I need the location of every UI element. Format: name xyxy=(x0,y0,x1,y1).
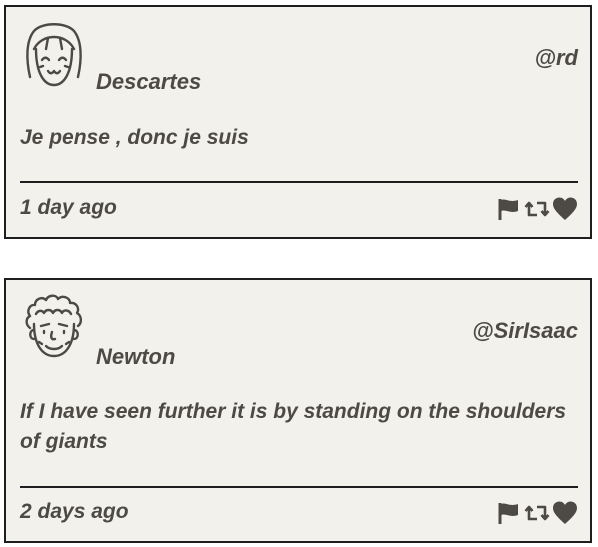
heart-icon[interactable] xyxy=(552,500,578,526)
avatar[interactable] xyxy=(22,292,86,364)
divider xyxy=(20,486,578,488)
flag-icon[interactable] xyxy=(496,500,522,526)
author-handle[interactable]: @SirIsaac xyxy=(472,318,578,344)
avatar[interactable] xyxy=(22,19,86,91)
retweet-icon[interactable] xyxy=(524,500,550,526)
author-name[interactable]: Descartes xyxy=(96,69,201,95)
divider xyxy=(20,181,578,183)
woman-bangs-avatar-icon xyxy=(26,23,82,87)
post-actions xyxy=(496,196,578,222)
post-timestamp: 1 day ago xyxy=(20,196,117,219)
author-handle[interactable]: @rd xyxy=(535,45,578,71)
author-name[interactable]: Newton xyxy=(96,344,175,370)
post-timestamp: 2 days ago xyxy=(20,500,129,523)
flag-icon[interactable] xyxy=(496,196,522,222)
curly-hair-avatar-icon xyxy=(25,294,83,358)
heart-icon[interactable] xyxy=(552,196,578,222)
post-text: If I have seen further it is by standing… xyxy=(20,400,567,453)
post-card: Newton @SirIsaac If I have seen further … xyxy=(4,278,592,543)
post-card: Descartes @rd Je pense , donc je suis 1 … xyxy=(4,5,592,239)
post-text: Je pense , donc je suis xyxy=(20,126,249,149)
post-actions xyxy=(496,500,578,526)
retweet-icon[interactable] xyxy=(524,196,550,222)
